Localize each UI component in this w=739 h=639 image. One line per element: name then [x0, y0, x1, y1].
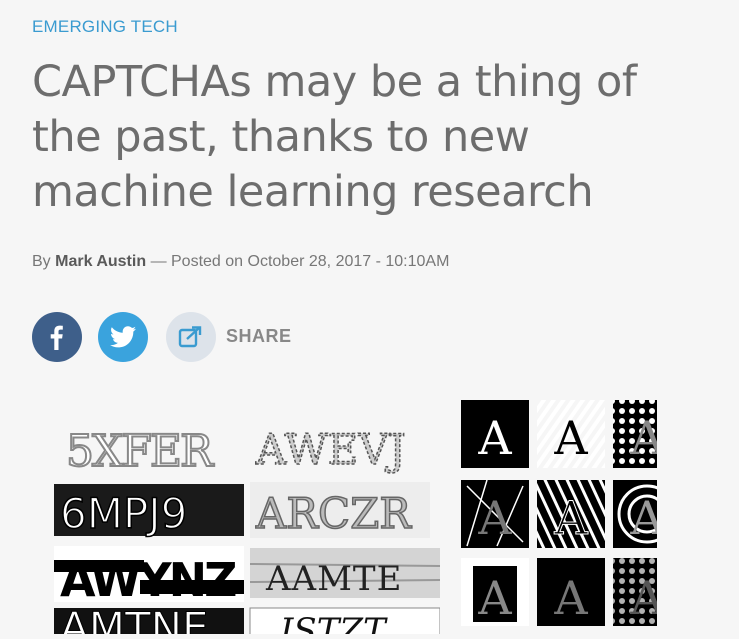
letter-tile-9: A — [629, 571, 657, 625]
byline-separator: — Posted on — [150, 253, 244, 270]
twitter-icon — [110, 326, 136, 348]
captcha-text-5: AWYNZ — [60, 553, 236, 607]
byline-prefix: By — [32, 253, 51, 270]
captcha-text-7: AMTNE — [60, 603, 209, 634]
post-date: October 28, 2017 - 10:10AM — [247, 253, 450, 270]
letter-tile-6: A — [629, 491, 657, 545]
captcha-text-6: AAMTE — [265, 559, 402, 599]
share-label[interactable]: SHARE — [226, 326, 292, 347]
facebook-icon — [50, 325, 63, 350]
letter-tile-1: A — [477, 411, 512, 465]
letter-tile-7: A — [477, 571, 512, 625]
letter-tile-5: A — [553, 491, 588, 545]
letter-tile-8: A — [553, 571, 588, 625]
byline: By Mark Austin — Posted on October 28, 2… — [32, 253, 449, 271]
share-icon — [178, 326, 202, 348]
captcha-text-2: AWEVJ — [255, 425, 406, 474]
captcha-text-3: 6MPJ9 — [60, 489, 187, 538]
captcha-text-8: ISTZT — [279, 611, 388, 634]
category-link[interactable]: EMERGING TECH — [32, 17, 178, 37]
letter-tiles-image: A A A A A A A A A — [427, 396, 681, 634]
article-headline: CAPTCHAs may be a thing of the past, tha… — [32, 57, 637, 217]
author-link[interactable]: Mark Austin — [55, 253, 146, 270]
letter-tile-3: A — [629, 411, 657, 465]
facebook-share-button[interactable] — [32, 312, 82, 362]
captcha-text-1: 5XFER — [66, 426, 215, 477]
captcha-samples-image: 5XFER AWEVJ 6MPJ9 ARCZR AWYNZ AAMTE AMTN… — [54, 416, 440, 634]
captcha-text-4: ARCZR — [255, 489, 412, 538]
generic-share-button[interactable] — [166, 312, 216, 362]
article-figure: 5XFER AWEVJ 6MPJ9 ARCZR AWYNZ AAMTE AMTN… — [0, 396, 739, 634]
letter-tile-4: A — [477, 491, 512, 545]
twitter-share-button[interactable] — [98, 312, 148, 362]
letter-tile-2: A — [553, 411, 588, 465]
